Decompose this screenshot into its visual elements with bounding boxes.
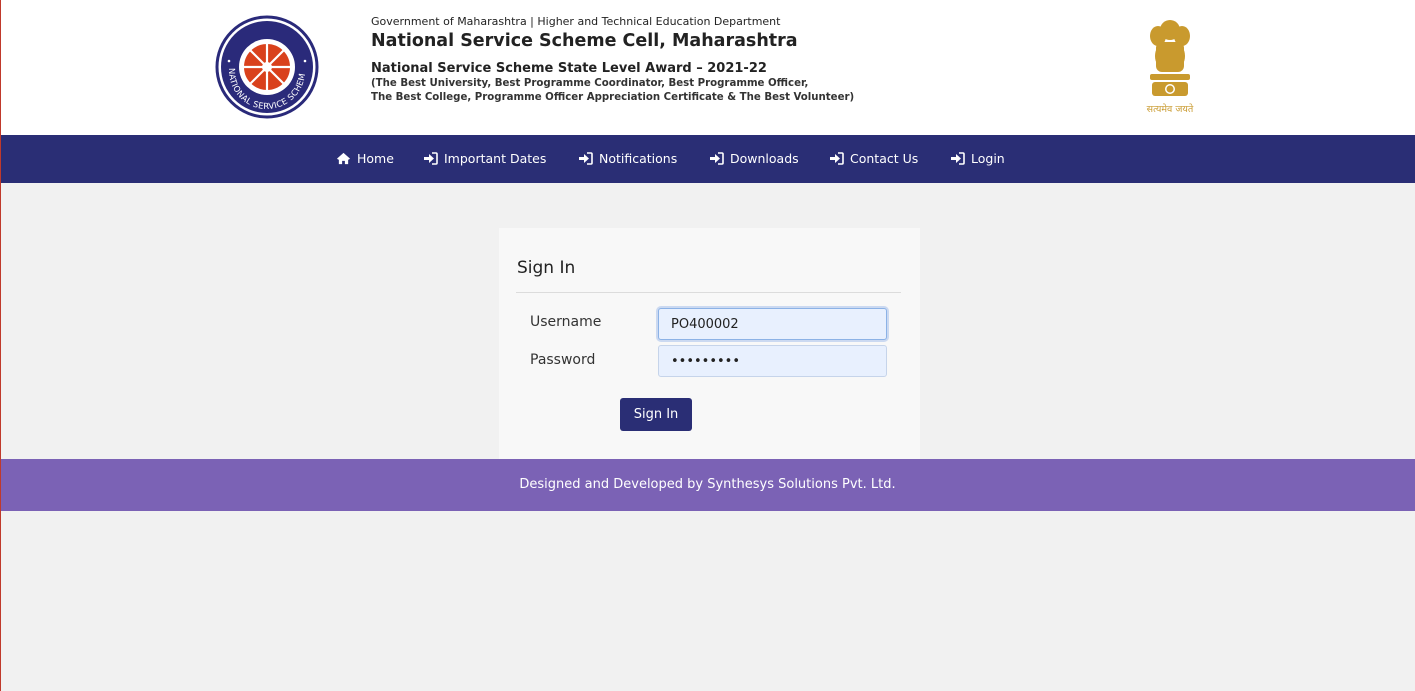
- nav-contact-us-label: Contact Us: [850, 151, 919, 166]
- footer-credit: Designed and Developed by Synthesys Solu…: [519, 477, 896, 492]
- nav-home-label: Home: [357, 151, 394, 166]
- nav-notifications[interactable]: Notifications: [579, 135, 677, 183]
- nav-contact-us[interactable]: Contact Us: [830, 135, 918, 183]
- nav-login[interactable]: Login: [951, 135, 1005, 183]
- site-footer: Designed and Developed by Synthesys Solu…: [0, 459, 1415, 511]
- sign-in-arrow-icon: [579, 152, 593, 165]
- nss-logo-icon: NATIONAL SERVICE SCHEME: [215, 15, 319, 119]
- sign-in-arrow-icon: [710, 152, 724, 165]
- main-navbar: Home Important Dates Notifications Downl…: [0, 135, 1415, 183]
- nav-important-dates-label: Important Dates: [444, 151, 547, 166]
- nav-important-dates[interactable]: Important Dates: [424, 135, 546, 183]
- nav-notifications-label: Notifications: [599, 151, 678, 166]
- nav-downloads[interactable]: Downloads: [710, 135, 799, 183]
- nav-login-label: Login: [971, 151, 1005, 166]
- emblem-caption: सत्यमेव जयते: [1147, 103, 1194, 115]
- nav-home[interactable]: Home: [336, 135, 394, 183]
- sign-in-button[interactable]: Sign In: [620, 398, 692, 431]
- nav-downloads-label: Downloads: [730, 151, 799, 166]
- login-card: Sign In Username Password Sign In: [499, 228, 920, 459]
- username-input[interactable]: [658, 308, 887, 340]
- award-subtitle-line2: The Best College, Programme Officer Appr…: [371, 92, 855, 103]
- password-input[interactable]: [658, 345, 887, 377]
- sign-in-arrow-icon: [424, 152, 438, 165]
- award-title: National Service Scheme State Level Awar…: [371, 61, 767, 76]
- password-label: Password: [530, 352, 596, 368]
- sign-in-arrow-icon: [830, 152, 844, 165]
- login-divider: [516, 292, 901, 293]
- award-subtitle-line1: (The Best University, Best Programme Coo…: [371, 78, 809, 89]
- sign-in-arrow-icon: [951, 152, 965, 165]
- header-text-block: Government of Maharashtra | Higher and T…: [371, 14, 854, 105]
- username-label: Username: [530, 314, 602, 330]
- cell-title: National Service Scheme Cell, Maharashtr…: [371, 31, 798, 51]
- page-left-edge: [0, 0, 1, 691]
- login-title: Sign In: [517, 258, 576, 278]
- site-header: NATIONAL SERVICE SCHEME Government of Ma…: [0, 0, 1415, 135]
- ashoka-emblem-icon: सत्यमेव जयते: [1147, 20, 1194, 115]
- home-icon: [337, 152, 350, 165]
- department-line: Government of Maharashtra | Higher and T…: [371, 15, 781, 28]
